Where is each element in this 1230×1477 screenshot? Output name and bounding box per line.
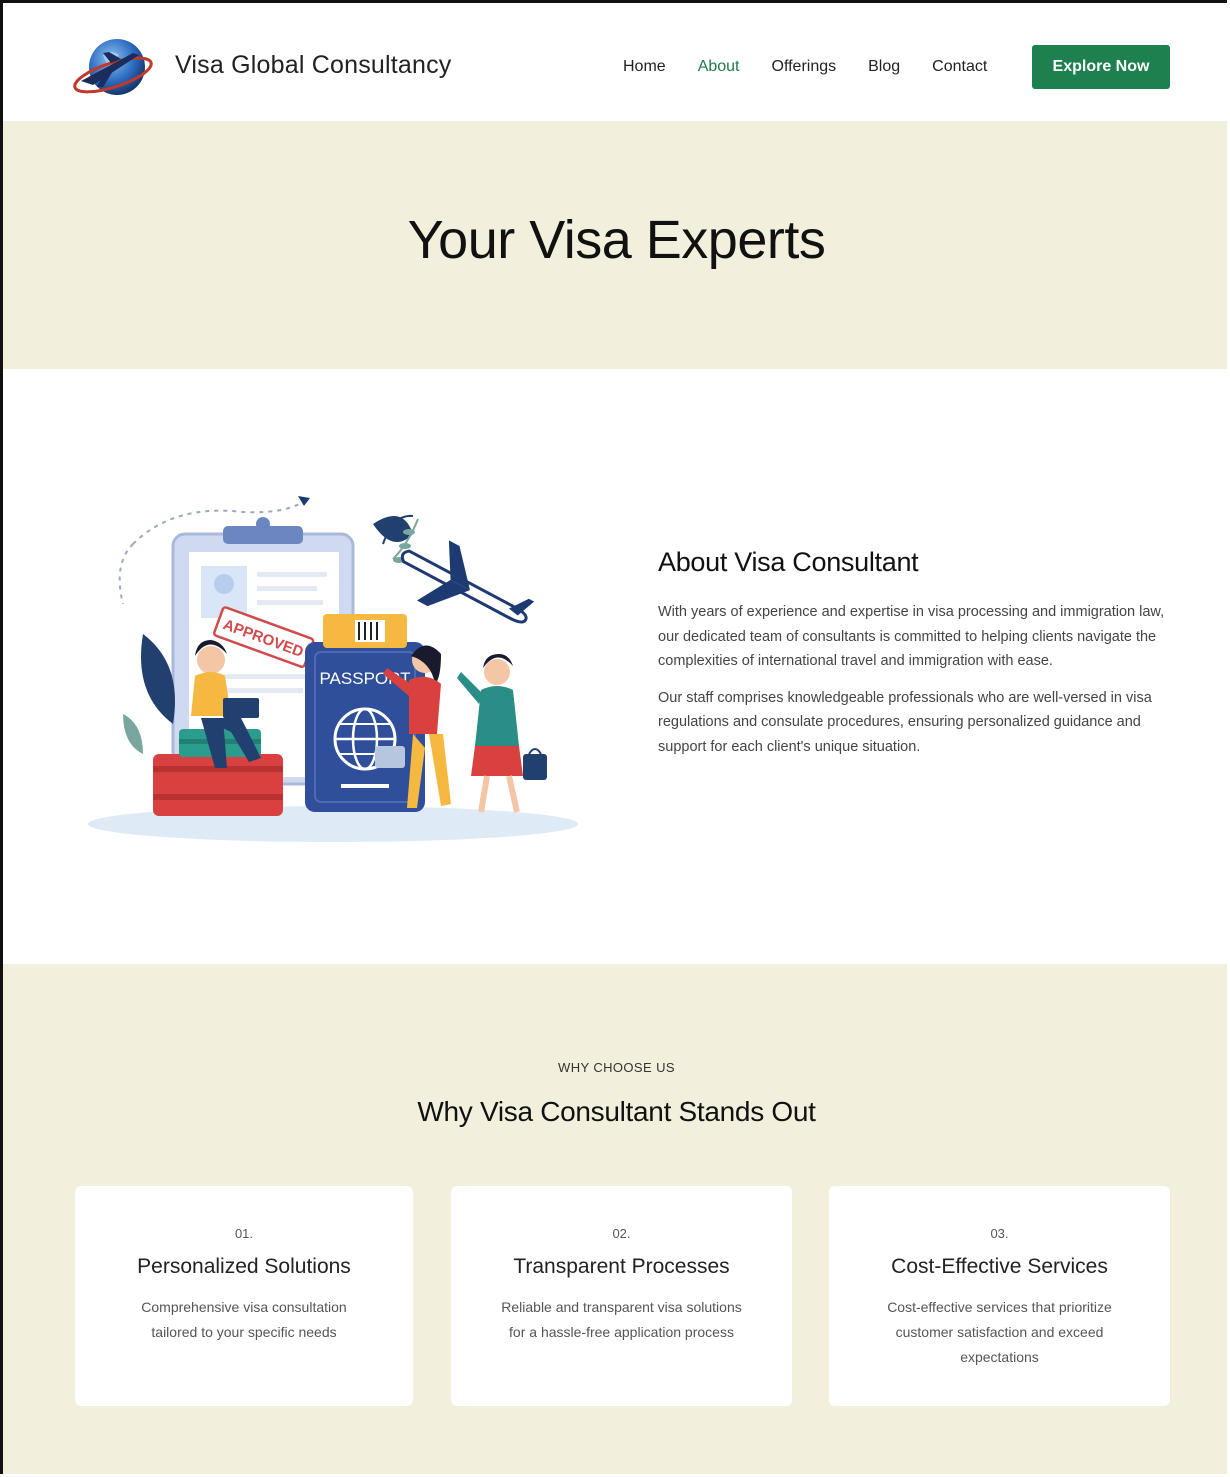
- card-number: 01.: [234, 1226, 254, 1241]
- visa-illustration: APPROVED PASSPORT: [88, 496, 578, 842]
- why-choose-us-section: WHY CHOOSE US Why Visa Consultant Stands…: [3, 964, 1227, 1474]
- site-header: Visa Global Consultancy Home About Offer…: [3, 3, 1227, 121]
- card-text: Comprehensive visa consultation tailored…: [141, 1299, 347, 1340]
- card-title: Transparent Processes: [513, 1255, 730, 1278]
- main-nav: Home About Offerings Blog Contact: [623, 58, 1019, 76]
- feature-card-2: 02. Transparent Processes Reliable and t…: [451, 1186, 792, 1406]
- hero-section: Your Visa Experts: [3, 121, 1227, 369]
- about-paragraph-1: With years of experience and expertise i…: [658, 604, 1165, 669]
- hero-title: Your Visa Experts: [407, 210, 826, 270]
- feature-card-3: 03. Cost-Effective Services Cost-effecti…: [829, 1186, 1170, 1406]
- brand-name[interactable]: Visa Global Consultancy: [175, 51, 452, 80]
- card-title: Cost-Effective Services: [891, 1255, 1108, 1278]
- feature-card-1: 01. Personalized Solutions Comprehensive…: [75, 1186, 413, 1406]
- nav-home[interactable]: Home: [623, 58, 666, 76]
- about-content: About Visa Consultant With years of expe…: [658, 547, 1168, 771]
- about-title: About Visa Consultant: [658, 547, 919, 577]
- about-section: APPROVED PASSPORT About Visa Consultant …: [3, 369, 1227, 964]
- nav-contact[interactable]: Contact: [932, 58, 987, 76]
- explore-now-button[interactable]: Explore Now: [1032, 45, 1170, 89]
- section-eyebrow: WHY CHOOSE US: [558, 1060, 675, 1075]
- nav-offerings[interactable]: Offerings: [772, 58, 837, 76]
- card-title: Personalized Solutions: [137, 1255, 351, 1278]
- card-text: Reliable and transparent visa solutions …: [501, 1299, 742, 1340]
- card-number: 02.: [612, 1226, 631, 1241]
- why-title: Why Visa Consultant Stands Out: [417, 1096, 816, 1127]
- card-number: 03.: [990, 1226, 1009, 1241]
- card-text: Cost-effective services that prioritize …: [887, 1299, 1112, 1365]
- page: Visa Global Consultancy Home About Offer…: [0, 0, 1227, 1474]
- globe-plane-logo[interactable]: [73, 33, 155, 107]
- nav-blog[interactable]: Blog: [868, 58, 900, 76]
- about-paragraph-2: Our staff comprises knowledgeable profes…: [658, 689, 1152, 755]
- nav-about[interactable]: About: [698, 58, 740, 76]
